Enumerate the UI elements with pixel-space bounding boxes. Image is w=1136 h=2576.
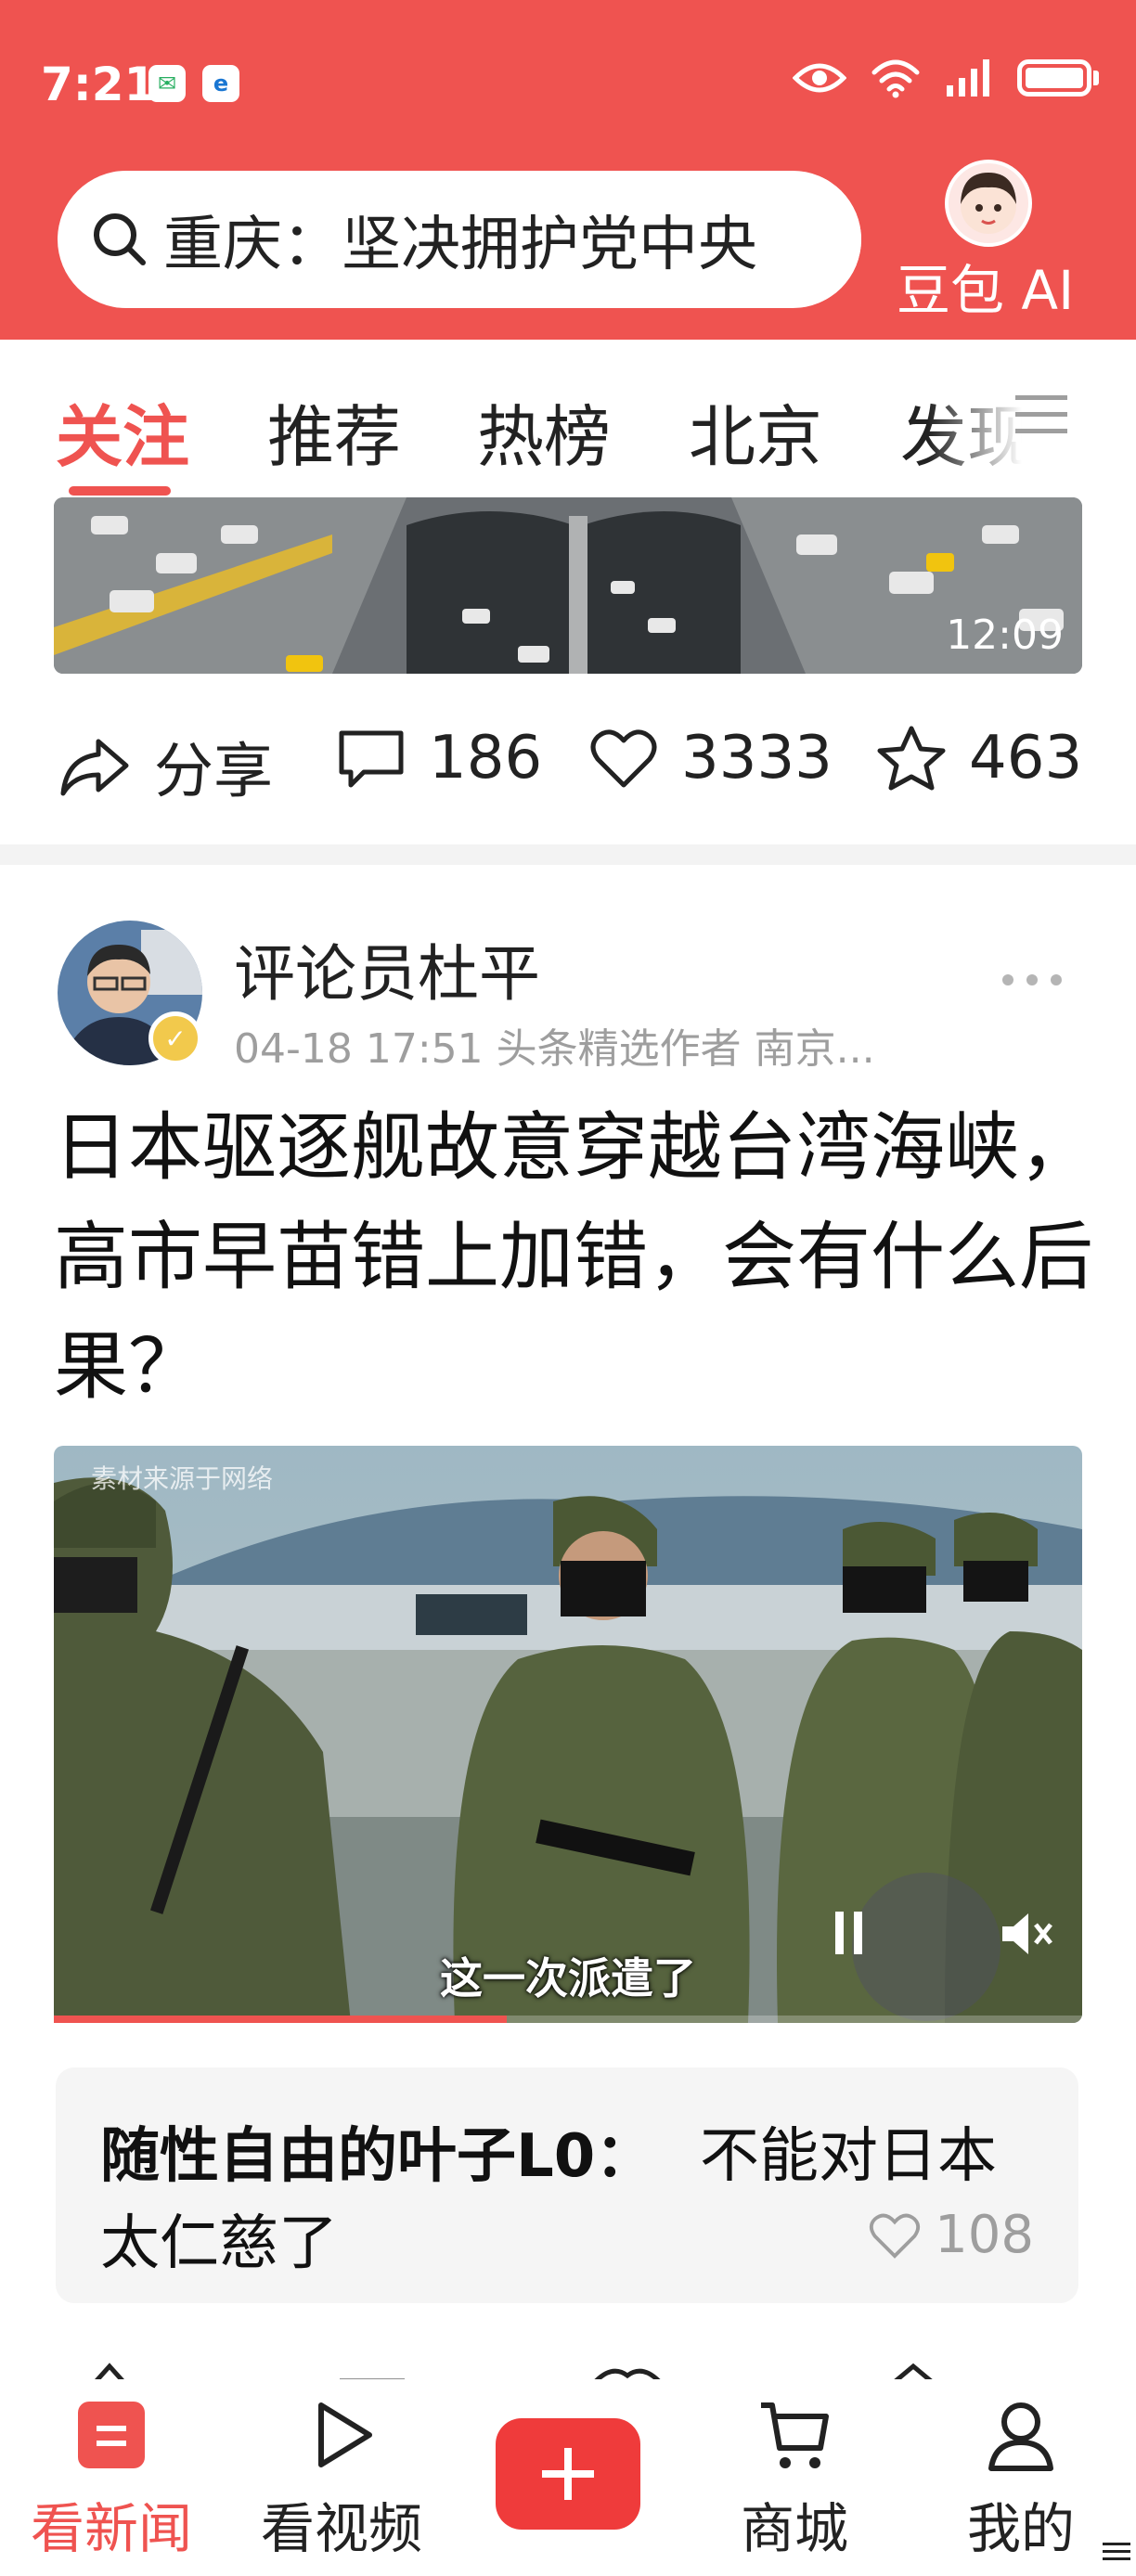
play-icon [318, 2402, 372, 2467]
comment-count: 186 [429, 724, 543, 792]
comment-text-line1: 不能对日本 [700, 2122, 997, 2191]
comment-text-line2: 太仁慈了 [100, 2209, 338, 2278]
top-comment[interactable]: 随性自由的叶子L0： 不能对日本 太仁慈了 108 [56, 2067, 1078, 2303]
tab-recommended[interactable]: 推荐 [267, 382, 401, 480]
nav-news-label: 看新闻 [30, 2497, 192, 2560]
more-options-icon[interactable] [1002, 974, 1062, 985]
plus-icon [542, 2448, 594, 2500]
status-icons [793, 58, 1099, 98]
wechat-icon: ✉ [148, 65, 186, 102]
post-meta: 04-18 17:51 头条精选作者 南京... [234, 1025, 875, 1073]
favorite-button[interactable]: 463 [876, 724, 1082, 792]
video-progress-fill [54, 2016, 507, 2023]
share-button[interactable]: 分享 [58, 724, 273, 809]
post-title[interactable]: 日本驱逐舰故意穿越台湾海峡，高市早苗错上加错，会有什么后果？ [54, 1093, 1093, 1422]
status-time: 7:21 [41, 58, 157, 111]
system-menu-icon [1103, 2543, 1130, 2560]
comment-icon [339, 730, 404, 788]
active-tab-indicator [69, 486, 171, 496]
comment-like-count: 108 [935, 2205, 1034, 2265]
heart-icon [870, 2213, 921, 2259]
tab-hot-list[interactable]: 热榜 [477, 382, 611, 480]
nav-mall-label: 商城 [740, 2497, 848, 2560]
battery-icon [1017, 59, 1099, 97]
comment-username[interactable]: 随性自由的叶子L0： [100, 2108, 654, 2194]
video-thumbnail-traffic[interactable]: 12:09 [54, 497, 1082, 674]
news-icon [78, 2402, 145, 2468]
feed-item-2-actions-partial [0, 2348, 1136, 2379]
signal-icon [947, 59, 989, 97]
cart-icon [761, 2402, 829, 2468]
user-icon [988, 2402, 1053, 2471]
favorite-count: 463 [969, 724, 1083, 792]
like-button[interactable]: 3333 [588, 724, 833, 792]
like-count: 3333 [681, 724, 833, 792]
browser-icon: e [202, 65, 239, 102]
author-name[interactable]: 评论员杜平 [234, 924, 540, 1013]
channel-menu-icon[interactable] [1015, 393, 1067, 436]
video-watermark: 素材来源于网络 [91, 1463, 274, 1494]
comment-button[interactable]: 186 [336, 724, 542, 792]
doubao-ai-avatar[interactable] [945, 160, 1032, 247]
wifi-icon [871, 59, 920, 98]
heart-icon [590, 729, 657, 788]
search-text: 重庆：坚决拥护党中央 [163, 211, 757, 279]
eye-icon [793, 63, 846, 93]
search-input[interactable]: 重庆：坚决拥护党中央 [58, 171, 861, 308]
share-icon [60, 739, 129, 796]
mute-icon[interactable] [999, 1910, 1054, 1958]
publish-button[interactable] [496, 2418, 640, 2530]
doubao-ai-label[interactable]: 豆包 AI [897, 247, 1074, 325]
comment-like-button[interactable]: 108 [868, 2205, 1034, 2265]
video-subtitle: 这一次派遣了 [440, 1953, 696, 2003]
video-player[interactable]: 素材来源于网络 这一次派遣了 [54, 1446, 1082, 2023]
verified-badge-icon: ✓ [148, 1011, 202, 1065]
video-duration: 12:09 [946, 612, 1064, 659]
pause-icon[interactable] [833, 1908, 865, 1958]
tab-following[interactable]: 关注 [56, 382, 189, 480]
star-icon [877, 726, 946, 791]
search-icon [94, 213, 146, 265]
nav-video-label: 看视频 [260, 2497, 422, 2560]
nav-profile-label: 我的 [966, 2497, 1075, 2560]
share-label: 分享 [154, 738, 273, 806]
tab-beijing[interactable]: 北京 [689, 382, 822, 480]
section-divider [0, 844, 1136, 865]
